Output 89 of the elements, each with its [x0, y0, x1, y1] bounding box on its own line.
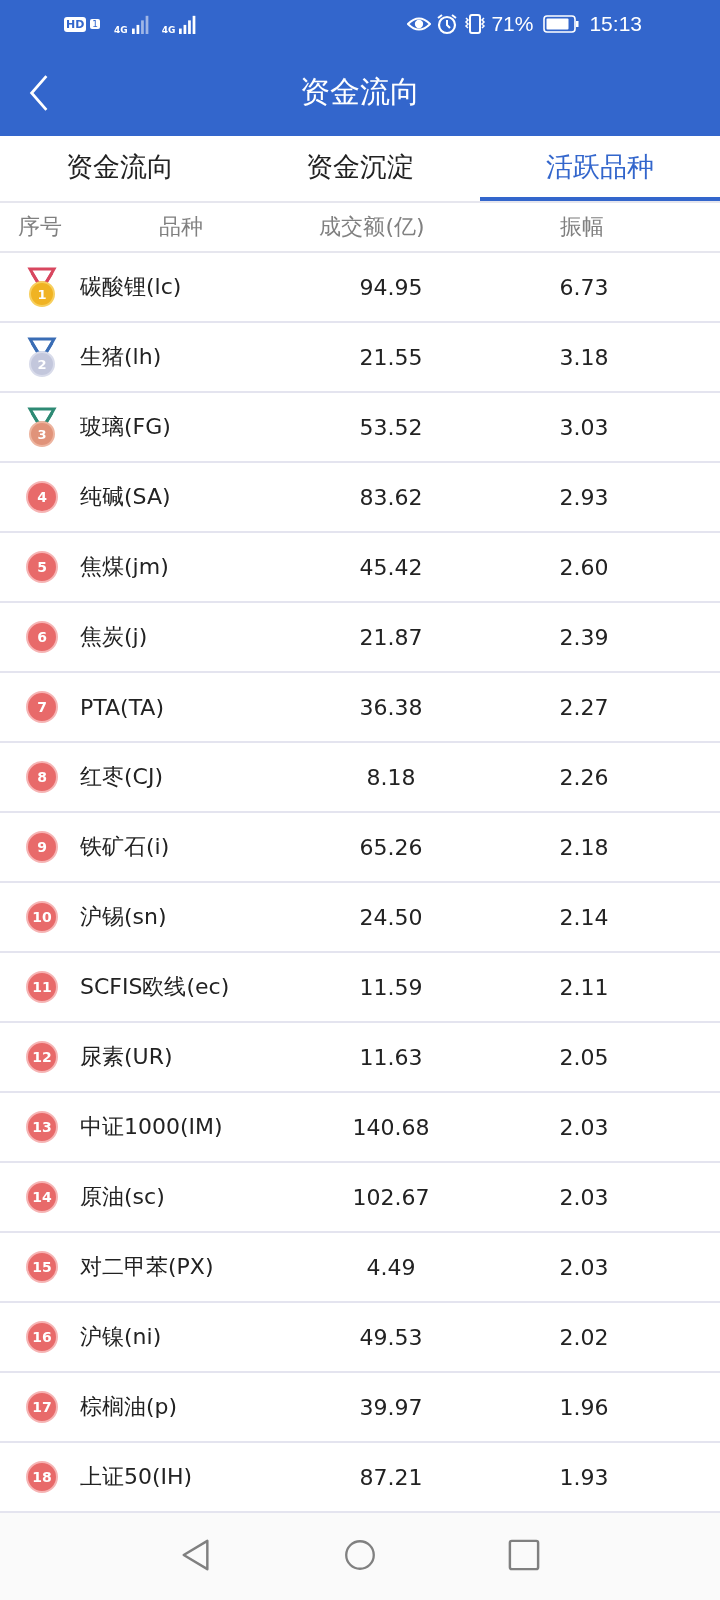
table-cell-text: 棕榈油(p): [80, 1393, 179, 1422]
table-cell-text: 102.67: [351, 1184, 431, 1210]
recents-icon[interactable]: [508, 1537, 540, 1572]
tab[interactable]: 资金沉淀: [240, 136, 480, 202]
tab[interactable]: 活跃品种: [480, 136, 720, 202]
table-cell-text: 原油(sc): [80, 1183, 166, 1212]
table-cell-text: 2.05: [558, 1044, 610, 1070]
table-cell-text: 沪镍(ni): [80, 1323, 163, 1352]
rank-badge: 8: [26, 761, 58, 794]
table-cell-text: 焦炭(j): [80, 623, 149, 652]
rank-badge: 10: [26, 901, 58, 934]
rank-badge: 7: [26, 691, 58, 724]
table-cell-text: 2.18: [558, 834, 610, 860]
rank-badge: 6: [26, 621, 58, 654]
battery-icon: [543, 15, 580, 33]
rank-badge: 11: [26, 971, 58, 1004]
table-cell-text: 3.03: [558, 414, 610, 440]
rank-badge: 15: [26, 1251, 58, 1284]
rank-badge: 9: [26, 831, 58, 864]
rank-badge: 18: [26, 1461, 58, 1494]
page-title: 资金流向: [300, 72, 420, 111]
table-cell-text: 11.63: [358, 1044, 424, 1070]
rank-badge: 12: [26, 1041, 58, 1074]
table-cell-text: 49.53: [358, 1324, 424, 1350]
table-cell-text: 2.60: [558, 554, 610, 580]
table-cell-text: 6.73: [558, 274, 610, 300]
table-cell-text: 2.26: [558, 764, 610, 790]
rank-badge: 14: [26, 1181, 58, 1214]
table-cell-text: 沪锡(sn): [80, 903, 168, 932]
table-cell-text: 生猪(lh): [80, 343, 163, 372]
tab[interactable]: 资金流向: [0, 136, 240, 202]
table-cell-text: 65.26: [358, 834, 424, 860]
column-header: 成交额(亿): [318, 213, 426, 242]
table-cell-text: 36.38: [358, 694, 424, 720]
table-cell-text: 2.93: [558, 484, 610, 510]
table-cell-text: 玻璃(FG): [80, 413, 172, 442]
table-cell-text: 铁矿石(i): [80, 833, 171, 862]
table-cell-text: 3.18: [558, 344, 610, 370]
table-cell-text: 2.03: [558, 1114, 610, 1140]
table-cell-text: 上证50(IH): [80, 1463, 194, 1492]
column-header: 振幅: [559, 213, 605, 242]
table-cell-text: PTA(TA): [80, 694, 165, 720]
table-cell-text: 尿素(UR): [80, 1043, 174, 1072]
table-cell-text: 2.03: [558, 1254, 610, 1280]
table-cell-text: 11.59: [358, 974, 424, 1000]
table-cell-text: 53.52: [358, 414, 424, 440]
vibrate-icon: [463, 13, 488, 35]
table-cell-text: 纯碱(SA): [80, 483, 172, 512]
table-cell-text: SCFIS欧线(ec): [80, 973, 231, 1002]
table-cell-text: 87.21: [358, 1464, 424, 1490]
column-header: 品种: [158, 213, 204, 242]
rank-badge: 5: [26, 551, 58, 584]
rank-badge: 17: [26, 1391, 58, 1424]
table-cell-text: 94.95: [358, 274, 424, 300]
home-icon[interactable]: [344, 1537, 376, 1572]
table-cell-text: 1.93: [558, 1464, 610, 1490]
table-cell-text: 21.55: [358, 344, 424, 370]
back-icon[interactable]: [28, 74, 50, 112]
table-cell-text: 碳酸锂(lc): [80, 273, 183, 302]
network-label: 4G: [114, 25, 128, 35]
table-cell-text: 1.96: [558, 1394, 610, 1420]
table-cell-text: 8.18: [365, 764, 417, 790]
battery-percent: 71%: [491, 12, 534, 36]
table-cell-text: 焦煤(jm): [80, 553, 170, 582]
table-cell-text: 对二甲苯(PX): [80, 1253, 215, 1282]
clock-time: 15:13: [589, 12, 642, 36]
rank-badge: 4: [26, 481, 58, 514]
column-header: 序号: [17, 213, 63, 242]
table-cell-text: 2.11: [558, 974, 610, 1000]
network-label: 4G: [161, 25, 176, 35]
table-cell-text: 2.03: [558, 1184, 610, 1210]
table-cell-text: 24.50: [358, 904, 424, 930]
table-cell-text: 45.42: [358, 554, 424, 580]
back-icon[interactable]: [180, 1537, 212, 1572]
table-cell-text: 2.14: [558, 904, 610, 930]
table-cell-text: 83.62: [358, 484, 424, 510]
table-cell-text: 2.27: [558, 694, 610, 720]
table-cell-text: 21.87: [358, 624, 424, 650]
table-cell-text: 2.39: [558, 624, 610, 650]
rank-badge: 13: [26, 1111, 58, 1144]
sim-badge: 1: [90, 19, 101, 29]
table-cell-text: 4.49: [365, 1254, 417, 1280]
table-cell-text: 2.02: [558, 1324, 610, 1350]
hd-badge: HD: [64, 16, 87, 32]
table-cell-text: 39.97: [358, 1394, 424, 1420]
table-cell-text: 红枣(CJ): [80, 763, 164, 792]
table-cell-text: 中证1000(IM): [80, 1113, 224, 1142]
table-cell-text: 140.68: [351, 1114, 431, 1140]
rank-badge: 16: [26, 1321, 58, 1354]
